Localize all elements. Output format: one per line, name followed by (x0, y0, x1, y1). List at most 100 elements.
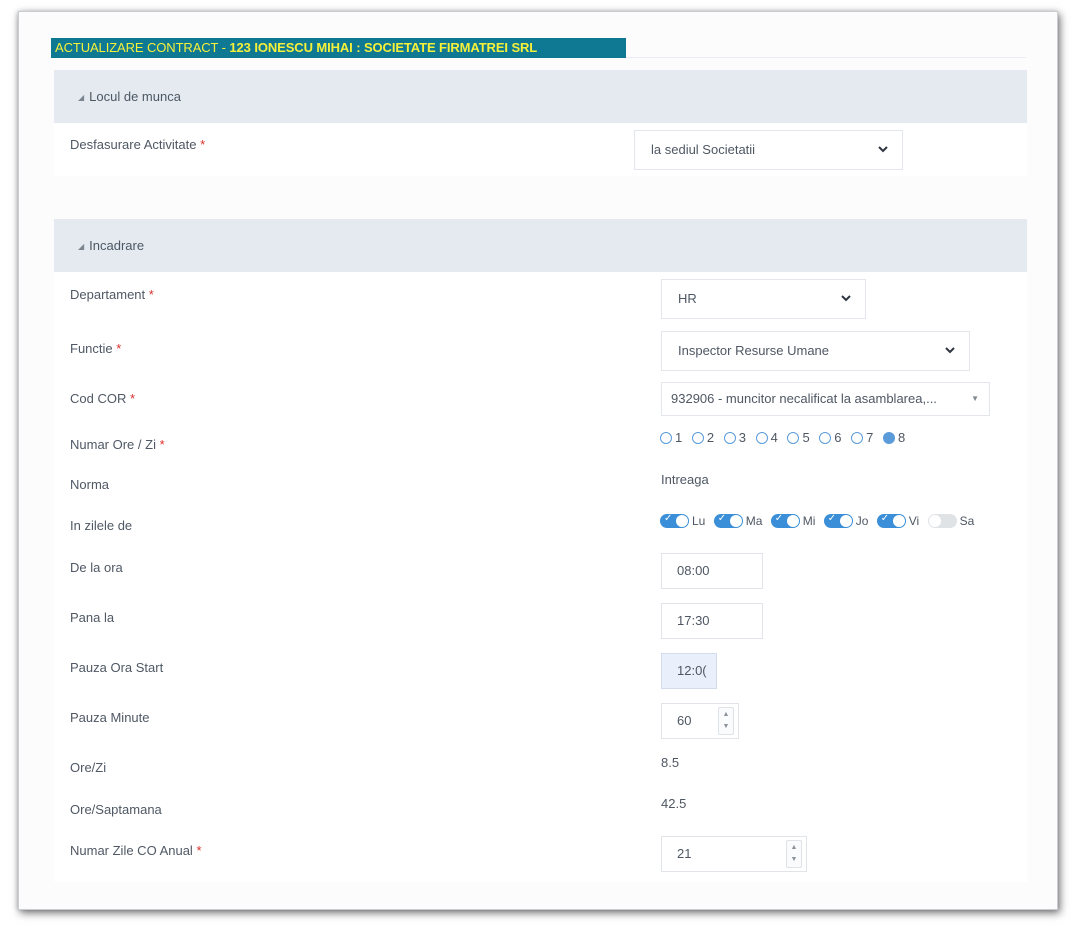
radio-circle-icon (819, 432, 832, 445)
title-underline (626, 57, 1026, 58)
spinner-up-icon[interactable]: ▲ (787, 843, 801, 853)
pauza-ora-start-value: 12:0( (677, 663, 707, 678)
pauza-ora-start-label: Pauza Ora Start (70, 660, 164, 675)
departament-select[interactable]: HR (661, 279, 866, 319)
numar-ore-radio-group: 1 2 3 4 5 6 7 8 (660, 429, 911, 445)
ore-radio-label: 7 (866, 430, 874, 446)
ore-radio-label: 4 (770, 430, 778, 446)
collapse-triangle-icon[interactable]: ◢ (78, 93, 84, 102)
toggle-lu[interactable]: ✓ Lu (660, 513, 706, 528)
toggle-vi[interactable]: ✓ Vi (876, 513, 920, 528)
ore-zi-value: 8.5 (661, 755, 680, 770)
toggle-ma[interactable]: ✓ Ma (713, 513, 763, 528)
zile-label: In zilele de (70, 518, 133, 533)
radio-circle-icon (723, 432, 736, 445)
zile-toggle-group: ✓ Lu ✓ Ma ✓ Mi ✓ Jo ✓ Vi Sa (660, 513, 979, 528)
ore-radio-3[interactable]: 3 (723, 430, 746, 446)
section-header-incadrare[interactable]: ◢ Incadrare (54, 219, 1027, 272)
spinner-down-icon[interactable]: ▼ (719, 722, 733, 732)
ore-radio-5[interactable]: 5 (787, 430, 810, 446)
toggle-label: Vi (908, 514, 920, 528)
chevron-down-icon (878, 131, 888, 153)
ore-radio-label: 2 (706, 430, 715, 446)
chevron-down-icon (841, 280, 851, 302)
section-title-incadrare: Incadrare (89, 238, 145, 253)
de-la-ora-input[interactable]: 08:00 (661, 553, 763, 589)
required-asterisk: * (129, 391, 136, 406)
numar-ore-zi-label: Numar Ore / Zi * (70, 437, 165, 452)
departament-label: Departament * (70, 287, 154, 302)
section-header-locul-de-munca[interactable]: ◢ Locul de munca (54, 70, 1027, 123)
spinner-down-icon[interactable]: ▼ (787, 855, 801, 865)
toggle-switch-on-icon: ✓ (660, 513, 689, 528)
number-spinner[interactable]: ▲ ▼ (786, 840, 802, 868)
radio-circle-icon (691, 432, 704, 445)
page-title: ACTUALIZARE CONTRACT - 123 IONESCU MIHAI… (51, 38, 626, 58)
cod-cor-select[interactable]: 932906 - muncitor necalificat la asambla… (661, 382, 990, 416)
number-spinner[interactable]: ▲ ▼ (718, 707, 734, 735)
ore-zi-label: Ore/Zi (70, 760, 107, 775)
required-asterisk: * (196, 843, 202, 858)
caret-down-icon: ▼ (971, 394, 979, 403)
radio-circle-selected-icon (883, 432, 896, 445)
radio-circle-icon (660, 432, 672, 445)
toggle-switch-on-icon: ✓ (770, 513, 800, 528)
cod-cor-value: 932906 - muncitor necalificat la asambla… (671, 391, 937, 406)
ore-radio-7[interactable]: 7 (851, 430, 873, 445)
pauza-ora-start-input[interactable]: 12:0( (661, 653, 717, 689)
functie-select[interactable]: Inspector Resurse Umane (661, 331, 970, 371)
toggle-sa[interactable]: Sa (927, 514, 975, 528)
functie-label-text: Functie (70, 341, 113, 356)
departament-label-text: Departament (70, 287, 146, 302)
radio-circle-icon (787, 432, 800, 445)
ore-radio-label: 1 (675, 430, 683, 446)
ore-radio-1[interactable]: 1 (660, 430, 682, 445)
numar-zile-co-value: 21 (677, 846, 692, 861)
pauza-minute-label: Pauza Minute (70, 710, 150, 725)
pana-la-value: 17:30 (677, 613, 710, 628)
pana-la-label: Pana la (70, 610, 115, 625)
toggle-label: Mi (802, 514, 816, 528)
ore-radio-2[interactable]: 2 (691, 430, 715, 446)
desfasurare-activitate-value: la sediul Societatii (651, 142, 756, 157)
toggle-switch-on-icon: ✓ (876, 513, 906, 528)
ore-radio-8[interactable]: 8 (883, 430, 905, 445)
toggle-label: Lu (692, 514, 706, 528)
norma-value: Intreaga (661, 472, 709, 487)
required-asterisk: * (200, 137, 206, 152)
ore-radio-label: 6 (834, 430, 842, 446)
required-asterisk: * (116, 341, 122, 356)
ore-radio-label: 8 (898, 430, 906, 446)
numar-zile-co-input[interactable]: 21 ▲ ▼ (661, 836, 807, 872)
pana-la-input[interactable]: 17:30 (661, 603, 763, 639)
toggle-label: Ma (745, 514, 763, 528)
toggle-switch-on-icon: ✓ (713, 513, 743, 528)
toggle-mi[interactable]: ✓ Mi (770, 513, 816, 528)
ore-radio-label: 5 (802, 430, 810, 446)
toggle-jo[interactable]: ✓ Jo (823, 513, 869, 528)
spinner-up-icon[interactable]: ▲ (719, 710, 733, 720)
norma-label: Norma (70, 477, 110, 492)
ore-saptamana-value: 42.5 (661, 796, 687, 811)
radio-circle-icon (755, 432, 768, 445)
required-asterisk: * (148, 287, 154, 302)
toggle-switch-on-icon: ✓ (823, 513, 853, 528)
desfasurare-activitate-select[interactable]: la sediul Societatii (634, 130, 903, 170)
toggle-label: Jo (855, 514, 869, 528)
ore-radio-label: 3 (738, 430, 746, 446)
numar-ore-zi-label-text: Numar Ore / Zi (70, 437, 156, 452)
ore-radio-4[interactable]: 4 (755, 430, 778, 446)
collapse-triangle-icon[interactable]: ◢ (78, 242, 84, 251)
pauza-minute-value: 60 (677, 713, 692, 728)
functie-value: Inspector Resurse Umane (678, 343, 830, 358)
toggle-label: Sa (959, 514, 975, 528)
required-asterisk: * (159, 437, 165, 452)
functie-label: Functie * (70, 341, 121, 356)
ore-saptamana-label: Ore/Saptamana (70, 802, 162, 817)
radio-circle-icon (851, 432, 864, 445)
ore-radio-6[interactable]: 6 (819, 430, 842, 446)
page-title-subject: 123 IONESCU MIHAI : SOCIETATE FIRMATREI … (229, 40, 538, 55)
section-title-locul-de-munca: Locul de munca (89, 89, 181, 104)
numar-zile-co-label-text: Numar Zile CO Anual (70, 843, 193, 858)
pauza-minute-input[interactable]: 60 ▲ ▼ (661, 703, 739, 739)
